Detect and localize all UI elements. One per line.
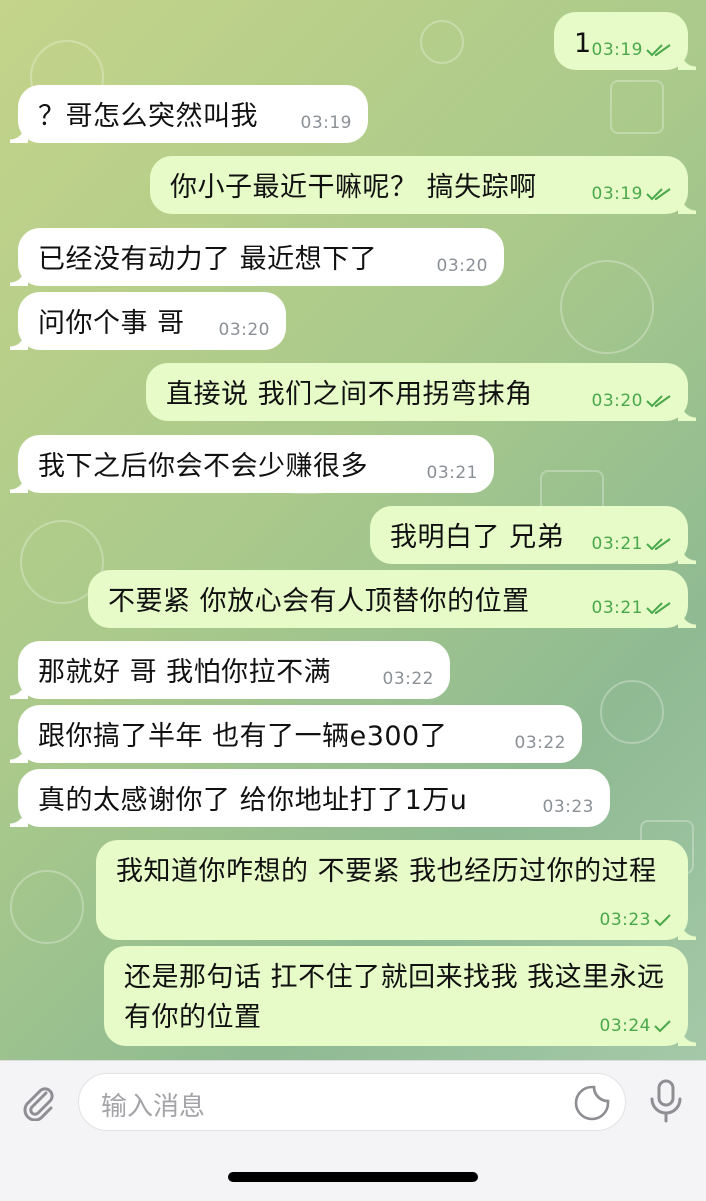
message-meta: 03:23 <box>543 797 595 817</box>
message-time: 03:19 <box>591 184 643 204</box>
message-time: 03:21 <box>591 598 643 618</box>
message-meta: 03:23 <box>600 910 673 930</box>
message-meta: 03:24 <box>600 1016 673 1036</box>
message-text: 真的太感谢你了 给你地址打了1万u <box>38 785 468 816</box>
message-input[interactable]: 输入消息 <box>78 1073 626 1131</box>
message-bubble-incoming[interactable]: 那就好 哥 我怕你拉不满 03:22 <box>10 641 450 699</box>
microphone-icon[interactable] <box>646 1078 686 1124</box>
message-meta: 03:19 <box>592 40 673 60</box>
message-time: 03:20 <box>218 320 270 340</box>
message-bubble-outgoing[interactable]: 我明白了 兄弟 03:21 <box>370 506 696 564</box>
message-meta: 03:20 <box>592 391 673 411</box>
message-meta: 03:21 <box>592 534 673 554</box>
message-text: 我下之后你会不会少赚很多 <box>38 451 368 482</box>
message-text: 跟你搞了半年 也有了一辆e300了 <box>38 721 448 752</box>
message-bubble-outgoing[interactable]: 直接说 我们之间不用拐弯抹角 03:20 <box>146 363 696 421</box>
message-bubble-incoming[interactable]: 已经没有动力了 最近想下了 03:20 <box>10 228 504 286</box>
message-time: 03:19 <box>591 40 643 60</box>
message-text: 1 <box>574 28 592 59</box>
message-bubble-outgoing[interactable]: 不要紧 你放心会有人顶替你的位置 03:21 <box>88 570 696 628</box>
message-bubble-outgoing[interactable]: 还是那句话 扛不住了就回来找我 我这里永远有你的位置 03:24 <box>104 946 696 1046</box>
message-meta: 03:21 <box>592 598 673 618</box>
message-time: 03:21 <box>591 534 643 554</box>
message-text: 我明白了 兄弟 <box>390 522 565 553</box>
message-time: 03:20 <box>436 256 488 276</box>
message-meta: 03:20 <box>437 256 489 276</box>
sticker-icon[interactable] <box>573 1084 611 1122</box>
message-text: ？哥怎么突然叫我 <box>38 101 258 132</box>
message-meta: 03:19 <box>592 184 673 204</box>
message-bubble-incoming[interactable]: 问你个事 哥 03:20 <box>10 292 286 350</box>
message-text: 不要紧 你放心会有人顶替你的位置 <box>108 586 530 617</box>
message-meta: 03:22 <box>515 733 567 753</box>
message-bubble-incoming[interactable]: 我下之后你会不会少赚很多 03:21 <box>10 435 494 493</box>
message-time: 03:23 <box>542 797 594 817</box>
message-time: 03:23 <box>599 910 651 930</box>
message-text: 已经没有动力了 最近想下了 <box>38 244 378 275</box>
message-time: 03:22 <box>514 733 566 753</box>
message-bubble-outgoing[interactable]: 1 03:19 <box>554 12 696 70</box>
message-bubble-incoming[interactable]: 真的太感谢你了 给你地址打了1万u 03:23 <box>10 769 610 827</box>
message-bubble-incoming[interactable]: 跟你搞了半年 也有了一辆e300了 03:22 <box>10 705 582 763</box>
message-time: 03:21 <box>426 463 478 483</box>
paperclip-icon[interactable] <box>18 1081 58 1122</box>
message-bubble-outgoing[interactable]: 你小子最近干嘛呢？ 搞失踪啊 03:19 <box>150 156 696 214</box>
message-text: 直接说 我们之间不用拐弯抹角 <box>166 379 533 410</box>
single-check-icon <box>654 913 672 927</box>
message-meta: 03:22 <box>383 669 435 689</box>
single-check-icon <box>654 1019 672 1033</box>
double-check-icon <box>646 537 672 551</box>
message-meta: 03:19 <box>301 113 353 133</box>
home-indicator <box>228 1172 478 1182</box>
message-text: 问你个事 哥 <box>38 308 185 339</box>
message-meta: 03:20 <box>219 320 271 340</box>
message-text: 那就好 哥 我怕你拉不满 <box>38 657 332 688</box>
message-time: 03:24 <box>599 1016 651 1036</box>
double-check-icon <box>646 187 672 201</box>
message-time: 03:19 <box>300 113 352 133</box>
double-check-icon <box>646 601 672 615</box>
message-time: 03:20 <box>591 391 643 411</box>
double-check-icon <box>646 394 672 408</box>
message-bubble-outgoing[interactable]: 我知道你咋想的 不要紧 我也经历过你的过程 03:23 <box>96 840 696 940</box>
message-input-placeholder: 输入消息 <box>101 1092 206 1122</box>
message-time: 03:22 <box>382 669 434 689</box>
message-text: 还是那句话 扛不住了就回来找我 我这里永远有你的位置 <box>124 962 665 1033</box>
double-check-icon <box>646 43 672 57</box>
message-text: 你小子最近干嘛呢？ 搞失踪啊 <box>170 172 537 203</box>
message-text: 我知道你咋想的 不要紧 我也经历过你的过程 <box>116 856 657 887</box>
message-meta: 03:21 <box>427 463 479 483</box>
message-bubble-incoming[interactable]: ？哥怎么突然叫我 03:19 <box>10 85 368 143</box>
